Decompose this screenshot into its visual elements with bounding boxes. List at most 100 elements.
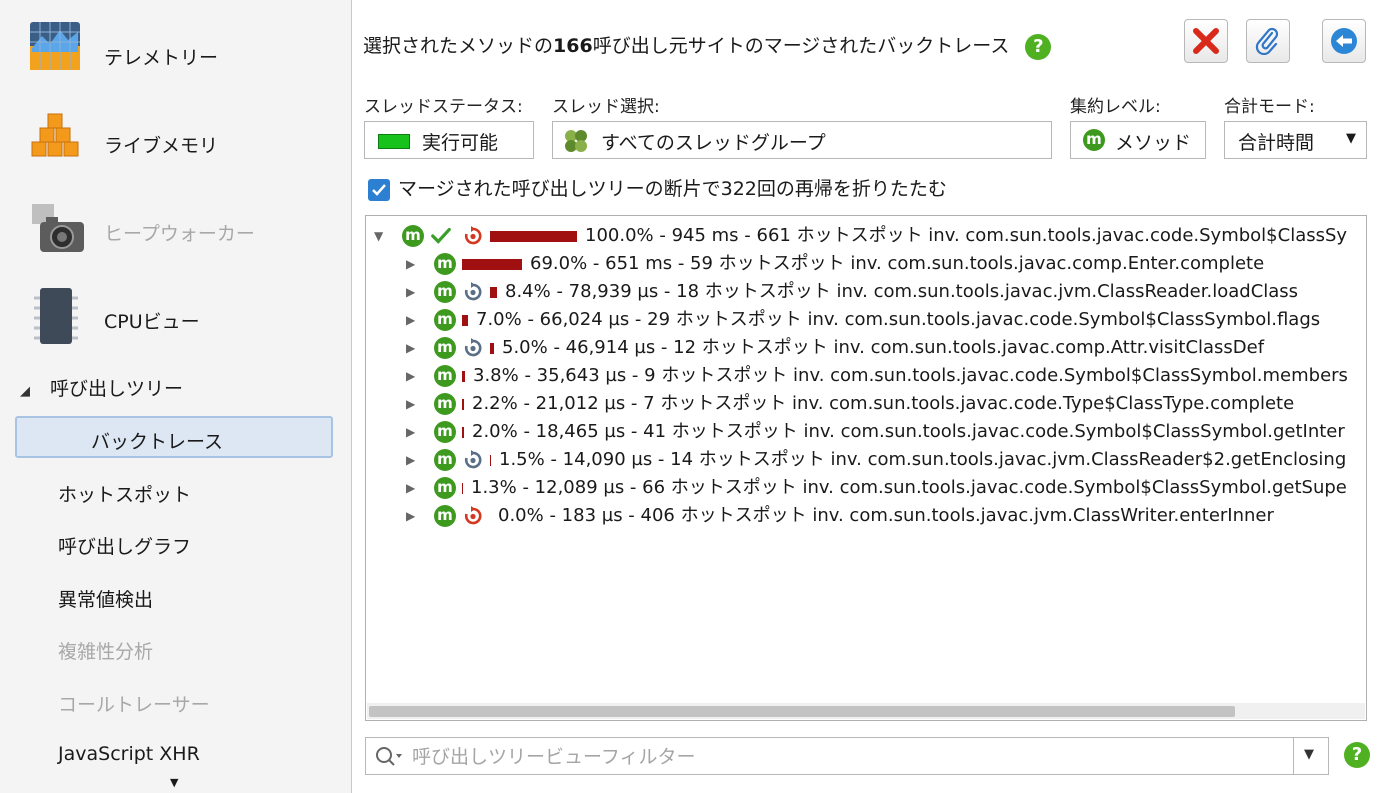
attach-button[interactable] [1246, 19, 1290, 63]
title-prefix: 選択されたメソッドの [363, 35, 554, 57]
thread-select[interactable]: すべてのスレッドグループ [552, 121, 1052, 159]
expand-arrow-icon[interactable]: ▶ [406, 278, 415, 306]
sidebar-item-call-tracer[interactable]: コールトレーサー [58, 690, 210, 717]
filter-help-icon[interactable]: ? [1344, 742, 1370, 768]
method-icon: m [434, 477, 456, 499]
merge-recursion-checkbox[interactable] [368, 178, 390, 201]
expand-arrow-icon[interactable]: ▶ [406, 390, 415, 418]
percentage-bar [462, 427, 464, 438]
title-suffix: 呼び出し元サイトのマージされたバックトレース [592, 35, 1010, 57]
percentage-bar [462, 315, 468, 326]
tree-row-text: 100.0% - 945 ms - 661 ホットスポット inv. com.s… [585, 225, 1348, 246]
chevron-down-icon: ▼ [1346, 131, 1356, 146]
scrollbar-thumb[interactable] [369, 706, 1235, 717]
sidebar-item-label: JavaScript XHR [58, 743, 200, 765]
tree-row-text: 69.0% - 651 ms - 59 ホットスポット inv. com.sun… [530, 253, 1265, 274]
call-tree-filter[interactable]: ▼ [365, 737, 1329, 775]
thread-status-select[interactable]: 実行可能 [364, 121, 534, 159]
sidebar-telemetry-label: テレメトリー [104, 47, 219, 69]
sidebar-item-label: 異常値検出 [58, 589, 154, 611]
percentage-bar [462, 483, 463, 494]
percentage-bar [490, 455, 491, 466]
method-icon: m [1083, 129, 1105, 151]
percentage-bar [462, 259, 522, 270]
tree-row-text: 3.8% - 35,643 µs - 9 ホットスポット inv. com.su… [473, 365, 1348, 386]
search-icon [376, 747, 402, 766]
recursion-icon [464, 226, 482, 245]
expand-arrow-icon[interactable]: ▶ [406, 250, 415, 278]
sidebar-item-telemetry[interactable]: テレメトリー [0, 14, 351, 94]
runnable-status-swatch [378, 134, 410, 149]
thread-groups-icon [565, 130, 587, 152]
main-panel: 選択されたメソッドの166呼び出し元サイトのマージされたバックトレース ? スレ… [352, 0, 1379, 793]
expand-arrow-icon[interactable]: ▶ [406, 446, 415, 474]
expand-arrow-icon[interactable]: ▶ [406, 418, 415, 446]
help-icon[interactable]: ? [1025, 33, 1052, 60]
thread-status-value: 実行可能 [422, 132, 499, 154]
expand-arrow-icon[interactable]: ▶ [406, 306, 415, 334]
sidebar: テレメトリー ライブメモリ ヒープウォーカー CPUビュー ◢ 呼び出しツリー … [0, 0, 352, 793]
sidebar-item-live-memory[interactable]: ライブメモリ [0, 102, 351, 182]
cpu-icon [34, 288, 78, 344]
sidebar-live-memory-label: ライブメモリ [104, 135, 219, 157]
recursion-icon [464, 506, 482, 525]
sidebar-item-javascript-xhr[interactable]: JavaScript XHR [58, 743, 200, 765]
sidebar-item-label: コールトレーサー [58, 694, 210, 716]
recursion-gray-icon [464, 282, 482, 301]
filter-dropdown-button[interactable]: ▼ [1293, 738, 1328, 774]
collapse-triangle-icon[interactable]: ◢ [20, 384, 30, 399]
method-icon: m [434, 337, 456, 359]
aggregation-select[interactable]: m メソッド [1070, 121, 1206, 159]
paperclip-icon [1255, 27, 1279, 55]
close-button[interactable] [1184, 19, 1228, 63]
recursion-gray-icon [464, 338, 482, 357]
sidebar-item-hotspots[interactable]: ホットスポット [58, 480, 191, 507]
collapse-arrow-icon[interactable]: ▼ [374, 222, 383, 250]
sidebar-item-label: 呼び出しグラフ [58, 536, 192, 558]
method-icon: m [402, 225, 424, 247]
percentage-bar [462, 371, 465, 382]
tree-row-text: 7.0% - 66,024 µs - 29 ホットスポット inv. com.s… [476, 309, 1321, 330]
chevron-down-icon: ▼ [1304, 747, 1314, 762]
telemetry-icon [30, 22, 80, 70]
sidebar-item-cpu-views[interactable]: CPUビュー [0, 278, 351, 358]
back-button[interactable] [1322, 19, 1366, 63]
tree-row-text: 0.0% - 183 µs - 406 ホットスポット inv. com.sun… [498, 505, 1274, 526]
method-icon: m [434, 505, 456, 527]
horizontal-scrollbar[interactable] [367, 703, 1365, 719]
expand-arrow-icon[interactable]: ▶ [406, 502, 415, 530]
tree-row-text: 1.5% - 14,090 µs - 14 ホットスポット inv. com.s… [499, 449, 1347, 470]
filter-input[interactable] [410, 742, 1284, 772]
thread-select-value: すべてのスレッドグループ [601, 132, 826, 154]
scroll-down-arrow-icon[interactable]: ▼ [170, 776, 178, 789]
checkmark-icon [431, 227, 451, 244]
percentage-bar [490, 287, 497, 298]
tree-row-text: 2.2% - 21,012 µs - 7 ホットスポット inv. com.su… [472, 393, 1295, 414]
live-memory-icon [31, 113, 79, 157]
aggregation-value: メソッド [1115, 132, 1192, 154]
sidebar-item-heap-walker[interactable]: ヒープウォーカー [0, 190, 351, 270]
method-icon: m [434, 449, 456, 471]
sidebar-section-call-tree[interactable]: ◢ 呼び出しツリー [20, 374, 183, 401]
sidebar-item-outlier-detection[interactable]: 異常値検出 [58, 585, 153, 612]
sidebar-item-label: ホットスポット [58, 484, 192, 506]
sidebar-item-call-graph[interactable]: 呼び出しグラフ [58, 532, 191, 559]
title-count: 166 [553, 35, 593, 57]
sidebar-item-backtraces[interactable]: バックトレース [15, 416, 333, 458]
method-icon: m [434, 421, 456, 443]
method-icon: m [434, 253, 456, 275]
method-icon: m [434, 281, 456, 303]
expand-arrow-icon[interactable]: ▶ [406, 362, 415, 390]
tree-row-text: 1.3% - 12,089 µs - 66 ホットスポット inv. com.s… [471, 477, 1347, 498]
merge-recursion-checkbox-row[interactable]: マージされた呼び出しツリーの断片で322回の再帰を折りたたむ [368, 174, 947, 201]
call-tree-section-label: 呼び出しツリー [50, 378, 184, 400]
sidebar-item-label: バックトレース [91, 431, 224, 453]
total-mode-select[interactable]: 合計時間 ▼ [1224, 121, 1367, 159]
expand-arrow-icon[interactable]: ▶ [406, 334, 415, 362]
tree-row-text: 5.0% - 46,914 µs - 12 ホットスポット inv. com.s… [502, 337, 1265, 358]
expand-arrow-icon[interactable]: ▶ [406, 474, 415, 502]
total-mode-value: 合計時間 [1238, 132, 1315, 154]
sidebar-item-complexity-analysis[interactable]: 複雑性分析 [58, 637, 153, 664]
backtrace-tree[interactable]: ▼ m 100.0% - 945 ms - 661 ホットスポット inv. com… [365, 215, 1367, 721]
percentage-bar [462, 399, 464, 410]
